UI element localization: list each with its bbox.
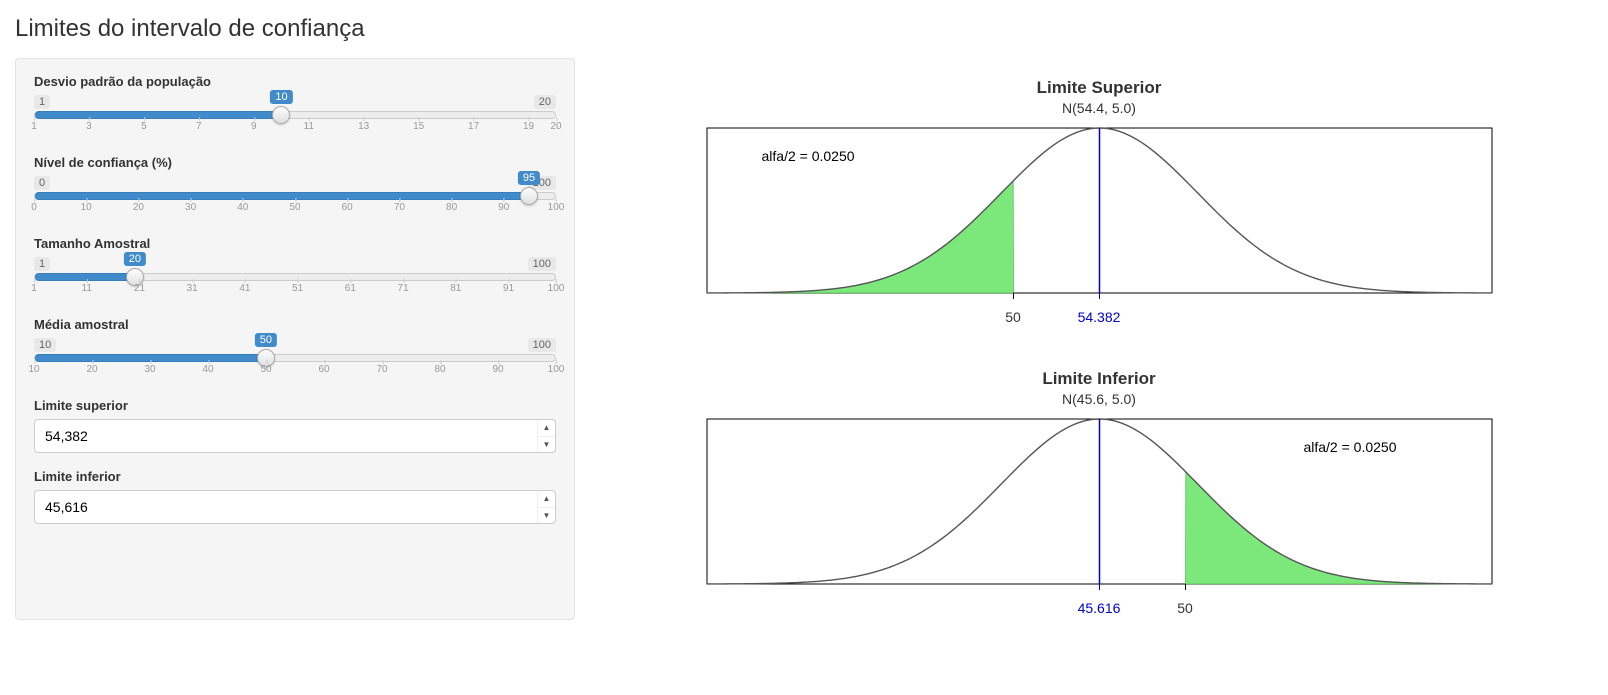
plot-lower-annotation: alfa/2 = 0.0250 xyxy=(1303,439,1396,455)
slider-conf-value: 95 xyxy=(518,171,540,185)
slider-n: Tamanho Amostral 1 100 20 111213141516171819… xyxy=(34,236,556,301)
plot-upper: Limite Superior N(54.4, 5.0) alfa/2 = 0.… xyxy=(605,78,1593,329)
slider-n-value: 20 xyxy=(124,252,146,266)
lower-limit-step-down[interactable]: ▼ xyxy=(538,508,555,524)
slider-conf: Nível de confiança (%)010095010203040506… xyxy=(34,155,556,220)
x-tick-center: 50 xyxy=(1005,309,1021,325)
slider-n-min: 1 xyxy=(34,257,50,271)
plot-lower: Limite Inferior N(45.6, 5.0) alfa/2 = 0.… xyxy=(605,369,1593,620)
slider-n-track[interactable]: 20 xyxy=(34,273,556,281)
lower-limit-label: Limite inferior xyxy=(34,469,556,484)
slider-sigma-min: 1 xyxy=(34,95,50,109)
slider-xbar-min: 10 xyxy=(34,338,56,352)
plot-upper-subtitle: N(54.4, 5.0) xyxy=(605,100,1593,116)
slider-n-label: Tamanho Amostral xyxy=(34,236,556,251)
x-tick-mean: 45.616 xyxy=(1078,600,1121,616)
lower-limit-step-up[interactable]: ▲ xyxy=(538,491,555,508)
slider-sigma-value: 10 xyxy=(270,90,292,104)
slider-xbar-track[interactable]: 50 xyxy=(34,354,556,362)
plot-upper-annotation: alfa/2 = 0.0250 xyxy=(762,148,855,164)
controls-panel: Desvio padrão da população12010135791113… xyxy=(15,58,575,620)
slider-conf-ticks: 0102030405060708090100 xyxy=(34,202,556,220)
lower-limit-group: Limite inferior ▲ ▼ xyxy=(34,469,556,524)
plot-lower-title: Limite Inferior xyxy=(605,369,1593,389)
x-tick-center: 50 xyxy=(1177,600,1193,616)
slider-xbar-label: Média amostral xyxy=(34,317,556,332)
slider-n-ticks: 1112131415161718191100 xyxy=(34,283,556,301)
slider-sigma-label: Desvio padrão da população xyxy=(34,74,556,89)
slider-xbar-value: 50 xyxy=(255,333,277,347)
x-tick-mean: 54.382 xyxy=(1078,309,1121,325)
slider-conf-min: 0 xyxy=(34,176,50,190)
upper-limit-step-down[interactable]: ▼ xyxy=(538,437,555,453)
plot-upper-title: Limite Superior xyxy=(605,78,1593,98)
slider-xbar-ticks: 102030405060708090100 xyxy=(34,364,556,382)
upper-limit-label: Limite superior xyxy=(34,398,556,413)
slider-sigma-track[interactable]: 10 xyxy=(34,111,556,119)
lower-limit-input[interactable] xyxy=(35,491,537,523)
page-title: Limites do intervalo de confiança xyxy=(15,15,1593,43)
upper-limit-group: Limite superior ▲ ▼ xyxy=(34,398,556,453)
plot-lower-xaxis: 50 45.616 xyxy=(692,600,1507,620)
plots-area: Limite Superior N(54.4, 5.0) alfa/2 = 0.… xyxy=(605,58,1593,620)
slider-sigma-ticks: 13579111315171920 xyxy=(34,121,556,139)
slider-xbar-max: 100 xyxy=(528,338,556,352)
slider-n-max: 100 xyxy=(528,257,556,271)
upper-limit-input[interactable] xyxy=(35,420,537,452)
slider-sigma-max: 20 xyxy=(534,95,556,109)
plot-lower-subtitle: N(45.6, 5.0) xyxy=(605,391,1593,407)
slider-sigma: Desvio padrão da população 1 20 10 135791113… xyxy=(34,74,556,139)
plot-upper-xaxis: 50 54.382 xyxy=(692,309,1507,329)
slider-conf-label: Nível de confiança (%) xyxy=(34,155,556,170)
upper-limit-step-up[interactable]: ▲ xyxy=(538,420,555,437)
slider-xbar: Média amostral 10 100 50 1020304050607080901… xyxy=(34,317,556,382)
